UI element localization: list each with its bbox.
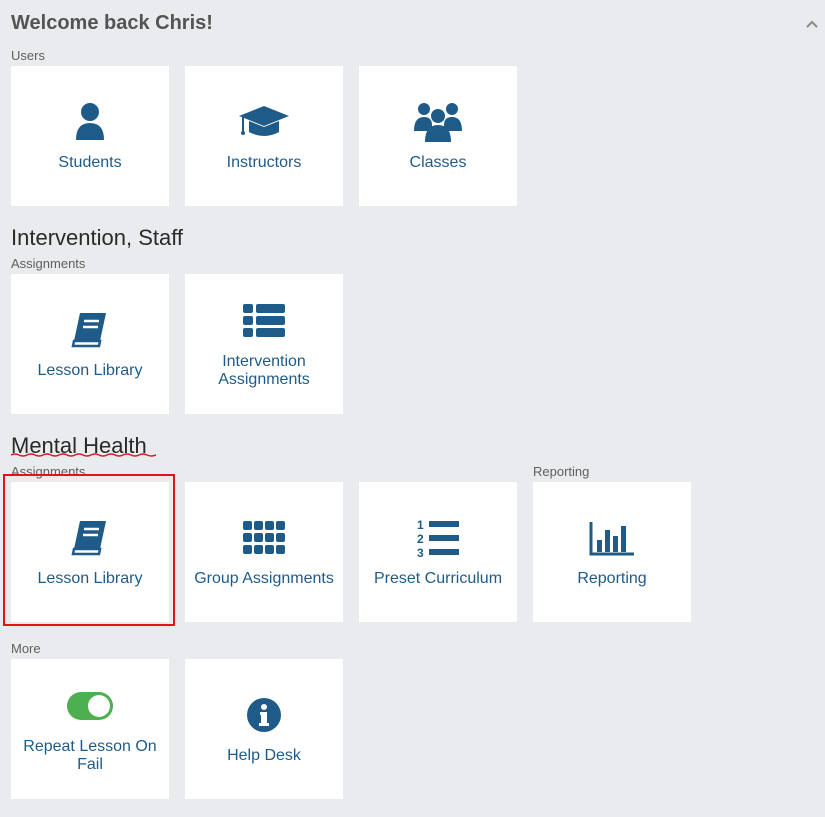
reporting-tile-label: Reporting [577,570,647,587]
numbered-list-icon: 1 2 3 [417,516,459,560]
svg-text:2: 2 [417,532,424,546]
repeat-lesson-label: Repeat Lesson On Fail [23,738,157,773]
info-icon [246,693,282,737]
intervention-section-title: Intervention, Staff [11,225,184,250]
book-icon [70,308,110,352]
spellcheck-underline [11,453,156,457]
users-label: Users [11,48,45,63]
mental-health-reporting-label: Reporting [533,464,590,479]
instructors-tile[interactable]: Instructors [185,66,343,206]
classes-tile[interactable]: Classes [359,66,517,206]
user-icon [74,100,106,144]
bar-chart-icon [589,516,635,560]
intervention-assignments-tile[interactable]: Intervention Assignments [185,274,343,414]
intervention-lesson-library-tile[interactable]: Lesson Library [11,274,169,414]
lesson-library-label: Lesson Library [37,362,143,379]
svg-text:1: 1 [417,518,424,532]
toggle-on-icon[interactable] [66,684,114,728]
help-desk-tile[interactable]: Help Desk [185,659,343,799]
welcome-heading: Welcome back Chris! [11,12,213,34]
intervention-assignments-label: Assignments [11,256,86,271]
help-desk-label: Help Desk [227,747,301,764]
list-icon [243,299,285,343]
instructors-label: Instructors [226,154,302,171]
graduation-cap-icon [237,100,291,144]
more-label: More [11,641,41,656]
classes-label: Classes [409,154,467,171]
students-label: Students [58,154,122,171]
intervention-assignments-tile-label: Intervention Assignments [218,353,310,388]
selection-highlight [3,474,175,626]
students-tile[interactable]: Students [11,66,169,206]
preset-curriculum-label: Preset Curriculum [373,570,503,587]
chevron-up-icon[interactable] [804,16,820,32]
grid-icon [243,516,285,560]
group-assignments-tile[interactable]: Group Assignments [185,482,343,622]
repeat-lesson-tile[interactable]: Repeat Lesson On Fail [11,659,169,799]
preset-curriculum-tile[interactable]: 1 2 3 Preset Curriculum [359,482,517,622]
users-group-icon [414,100,462,144]
reporting-tile[interactable]: Reporting [533,482,691,622]
group-assignments-label: Group Assignments [194,570,334,587]
svg-text:3: 3 [417,546,424,559]
